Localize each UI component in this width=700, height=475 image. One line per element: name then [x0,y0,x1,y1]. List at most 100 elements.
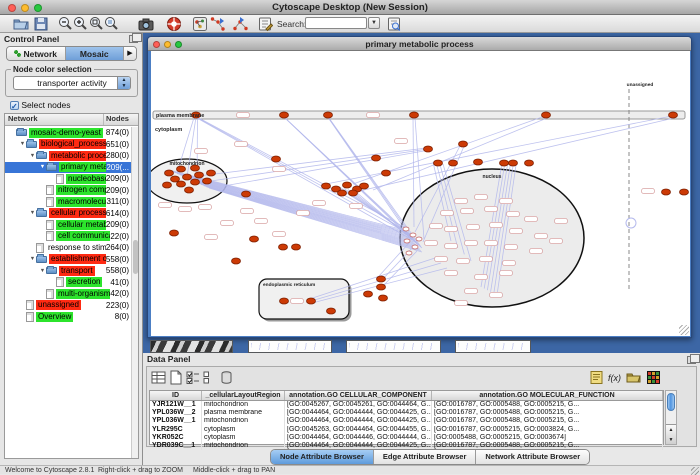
network-node[interactable] [377,276,386,282]
column-header[interactable]: _cellularLayoutRegion [202,391,285,400]
node-label-chip[interactable] [505,244,518,249]
network-node[interactable] [195,172,204,178]
network-window-titlebar[interactable]: primary metabolic process [148,37,691,51]
zoom-selected-icon[interactable] [88,16,104,32]
background-window-thumb[interactable] [248,340,332,353]
table-row[interactable]: YKR052Ccytoplasm[GO:0044464, GO:0044446,… [150,434,663,442]
disclosure-triangle-icon[interactable]: ▼ [29,256,36,262]
tab-node-attribute-browser[interactable]: Node Attribute Browser [271,450,374,464]
node-label-chip[interactable] [535,233,548,238]
node-label-chip[interactable] [485,206,498,211]
network-node[interactable] [338,190,347,196]
tab-mosaic[interactable]: Mosaic [66,47,125,60]
network-node[interactable] [434,160,443,166]
node-label-chip[interactable] [273,231,286,236]
node-label-chip[interactable] [555,218,568,223]
node-label-chip[interactable] [475,194,488,199]
network-node[interactable] [322,183,331,189]
node-label-chip[interactable] [500,270,513,275]
disclosure-triangle-icon[interactable]: ▼ [29,210,36,216]
network-node[interactable] [459,141,468,147]
column-header[interactable]: annotation.GO MOLECULAR_FUNCTION [432,391,663,400]
node-label-chip[interactable] [237,112,250,117]
search-dropdown-icon[interactable]: ▼ [368,17,380,29]
heatmap-icon[interactable] [646,370,661,385]
node-label-chip[interactable] [490,292,503,297]
node-label-chip[interactable] [205,234,218,239]
background-window-thumb[interactable] [346,340,441,353]
network-node[interactable] [177,181,186,187]
zoom-fit-icon[interactable] [103,16,119,32]
tree-item-cellular-process[interactable]: ▼cellular process614(0) [5,208,131,220]
background-window-logo[interactable] [150,340,233,353]
help-lifering-icon[interactable] [166,16,182,32]
network-node[interactable] [410,112,419,118]
column-header[interactable]: ID [150,391,202,400]
tree-item-transport[interactable]: ▼transport558(0) [5,265,131,277]
network-node[interactable] [292,244,301,250]
disclosure-triangle-icon[interactable]: ▼ [29,153,36,159]
node-label-chip[interactable] [273,166,286,171]
network-node-small[interactable] [410,233,416,237]
select-all-attributes-icon[interactable] [151,370,166,385]
resize-grip-icon[interactable] [679,325,689,335]
network-node[interactable] [542,112,551,118]
node-label-chip[interactable] [425,240,438,245]
network-node[interactable] [307,298,316,304]
table-scrollbar[interactable]: ▲▼ [665,390,677,445]
table-row[interactable]: YLR295Ccytoplasm[GO:0045263, GO:0044464,… [150,426,663,434]
network-node[interactable] [474,159,483,165]
tree-item-macromolecule[interactable]: macromolecule311(0) [5,196,131,208]
network-node[interactable] [207,170,216,176]
network-node-small[interactable] [412,245,418,249]
disclosure-triangle-icon[interactable]: ▼ [39,268,46,274]
node-label-chip[interactable] [445,226,458,231]
tree-item-response-to-stimul[interactable]: response to stimul264(0) [5,242,131,254]
node-label-chip[interactable] [455,198,468,203]
select-nodes-checkbox[interactable]: ✓ [10,101,19,110]
network-node[interactable] [242,191,251,197]
tree-item-metabolic-process[interactable]: ▼metabolic process280(0) [5,150,131,162]
zoom-out-icon[interactable] [57,16,73,32]
node-label-chip[interactable] [642,188,655,193]
node-label-chip[interactable] [430,223,443,228]
node-label-chip[interactable] [313,200,326,205]
node-label-chip[interactable] [350,203,363,208]
float-panel-icon[interactable] [129,35,138,43]
tree-item-nitrogen-compo[interactable]: nitrogen compo209(0) [5,185,131,197]
tree-item-unassigned[interactable]: unassigned223(0) [5,300,131,312]
snapshot-camera-icon[interactable] [138,16,154,32]
node-label-chip[interactable] [457,258,470,263]
node-label-chip[interactable] [297,210,310,215]
network-node[interactable] [232,258,241,264]
tree-item-primary-metabo[interactable]: ▼primary metabo209(... [5,162,131,174]
node-label-chip[interactable] [467,224,480,229]
network-node[interactable] [379,295,388,301]
node-label-chip[interactable] [241,208,254,213]
network-node[interactable] [449,160,458,166]
node-label-chip[interactable] [159,202,172,207]
network-node[interactable] [372,155,381,161]
more-tabs-icon[interactable]: ▶ [124,47,136,60]
network-node[interactable] [349,190,358,196]
node-label-chip[interactable] [367,112,380,117]
annotation-note-icon[interactable] [589,370,604,385]
delete-attribute-icon[interactable] [219,370,234,385]
network-node[interactable] [382,170,391,176]
network-node[interactable] [360,183,369,189]
disclosure-triangle-icon[interactable]: ▼ [39,164,46,170]
tree-item-multi-organism-pro[interactable]: multi-organism pro42(0) [5,288,131,300]
search-go-icon[interactable] [386,16,402,32]
network-node[interactable] [279,244,288,250]
node-label-chip[interactable] [221,220,234,225]
network-node[interactable] [191,179,200,185]
network-node[interactable] [280,112,289,118]
float-data-panel-icon[interactable] [687,356,696,364]
network-window[interactable]: primary metabolic process plasma membran… [147,36,692,338]
network-node[interactable] [424,146,433,152]
search-input[interactable] [305,17,367,29]
dropdown-stepper-icon[interactable]: ▲▼ [117,77,130,89]
node-label-chip[interactable] [235,141,248,146]
node-label-chip[interactable] [179,206,192,211]
attribute-table-header[interactable]: ID_cellularLayoutRegionannotation.GO CEL… [150,391,663,401]
